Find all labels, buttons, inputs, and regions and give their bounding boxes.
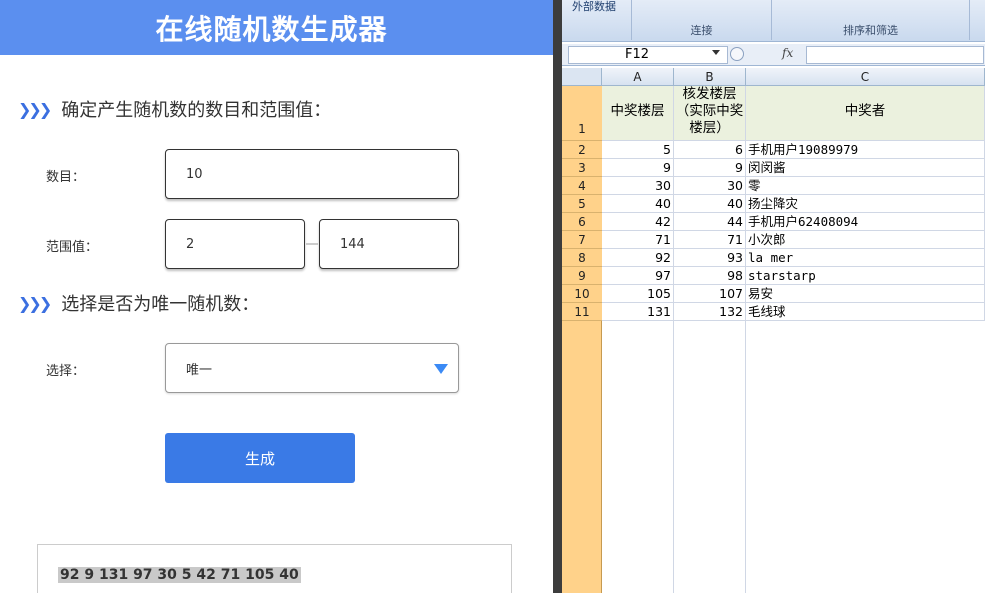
cell-c6[interactable]: 手机用户62408094	[746, 213, 985, 231]
cell-a8[interactable]: 92	[602, 249, 674, 267]
cell-b8[interactable]: 93	[674, 249, 746, 267]
name-box[interactable]: F12	[568, 46, 728, 64]
cell-c1[interactable]: 中奖者	[746, 86, 985, 141]
cell-b3[interactable]: 9	[674, 159, 746, 177]
unique-select[interactable]: 唯一	[165, 343, 459, 393]
range-min-input[interactable]: 2	[165, 219, 305, 269]
dropdown-arrow-icon[interactable]	[434, 364, 448, 374]
cell-a3[interactable]: 9	[602, 159, 674, 177]
cell-a4[interactable]: 30	[602, 177, 674, 195]
row-header-7[interactable]: 7	[562, 231, 602, 249]
cell-a6[interactable]: 42	[602, 213, 674, 231]
cell-b4[interactable]: 30	[674, 177, 746, 195]
range-separator	[306, 243, 318, 245]
cell-c10[interactable]: 易安	[746, 285, 985, 303]
cell-c4[interactable]: 零	[746, 177, 985, 195]
cell-b10[interactable]: 107	[674, 285, 746, 303]
generate-button[interactable]: 生成	[165, 433, 355, 483]
range-max-input[interactable]: 144	[319, 219, 459, 269]
row-header-2[interactable]: 2	[562, 141, 602, 159]
cell-a1[interactable]: 中奖楼层	[602, 86, 674, 141]
range-label: 范围值：	[46, 240, 99, 255]
cell-b6[interactable]: 44	[674, 213, 746, 231]
cell-c2[interactable]: 手机用户19089979	[746, 141, 985, 159]
cell-a2[interactable]: 5	[602, 141, 674, 159]
cell-c8[interactable]: la mer	[746, 249, 985, 267]
count-input[interactable]: 10	[165, 149, 459, 199]
cell-a7[interactable]: 71	[602, 231, 674, 249]
unique-select-value: 唯一	[186, 362, 213, 378]
result-box: 92 9 131 97 30 5 42 71 105 40	[37, 544, 512, 593]
page-title: 在线随机数生成器	[0, 0, 553, 55]
cell-a9[interactable]: 97	[602, 267, 674, 285]
cell-c9[interactable]: starstarp	[746, 267, 985, 285]
cell-a5[interactable]: 40	[602, 195, 674, 213]
count-label: 数目：	[46, 170, 86, 185]
cell-b1[interactable]: 核发楼层（实际中奖楼层）	[674, 86, 746, 141]
cell-b2[interactable]: 6	[674, 141, 746, 159]
connection-group-label: 连接	[690, 24, 713, 37]
row-header-10[interactable]: 10	[562, 285, 602, 303]
row-header-11[interactable]: 11	[562, 303, 602, 321]
choice-label: 选择：	[46, 364, 86, 379]
cell-c7[interactable]: 小次郎	[746, 231, 985, 249]
row-header-3[interactable]: 3	[562, 159, 602, 177]
row-header-4[interactable]: 4	[562, 177, 602, 195]
row-header-6[interactable]: 6	[562, 213, 602, 231]
cell-a10[interactable]: 105	[602, 285, 674, 303]
range-max-value: 144	[340, 236, 365, 252]
section-unique-label: 选择是否为唯一随机数：	[61, 294, 260, 315]
ribbon-group-external: 外部数据	[562, 0, 632, 40]
window-splitter[interactable]	[553, 0, 562, 593]
column-header-c[interactable]: C	[746, 68, 985, 86]
row-header-8[interactable]: 8	[562, 249, 602, 267]
row-header-1[interactable]: 1	[562, 86, 602, 141]
chevrons-icon: ❯❯❯	[18, 293, 52, 313]
ribbon: 外部数据 连接 排序和筛选	[562, 0, 985, 42]
section-count-range: ❯❯❯ 确定产生随机数的数目和范围值：	[18, 96, 331, 122]
cell-a11[interactable]: 131	[602, 303, 674, 321]
section-unique: ❯❯❯ 选择是否为唯一随机数：	[18, 290, 259, 316]
function-icon[interactable]: fx	[782, 46, 793, 60]
cell-b9[interactable]: 98	[674, 267, 746, 285]
expand-icon[interactable]	[730, 47, 744, 61]
cell-c3[interactable]: 闵闵酱	[746, 159, 985, 177]
ribbon-group-connection: 连接	[632, 0, 772, 40]
formula-bar: F12 fx	[562, 44, 985, 66]
ribbon-group-sort-filter: 排序和筛选	[772, 0, 970, 40]
count-input-value: 10	[186, 166, 203, 182]
cell-b7[interactable]: 71	[674, 231, 746, 249]
spreadsheet-grid: A B C 1 中奖楼层 核发楼层（实际中奖楼层） 中奖者 2 5 6 手机用户190…	[562, 68, 985, 593]
excel-window: 外部数据 连接 排序和筛选 F12 fx A B C 1 中奖楼层 核发楼层（实…	[562, 0, 985, 593]
sort-filter-group-label: 排序和筛选	[843, 24, 898, 37]
result-numbers: 92 9 131 97 30 5 42 71 105 40	[58, 567, 301, 583]
name-box-dropdown-icon[interactable]	[712, 50, 720, 55]
cell-b5[interactable]: 40	[674, 195, 746, 213]
cell-c11[interactable]: 毛线球	[746, 303, 985, 321]
row-header-9[interactable]: 9	[562, 267, 602, 285]
column-header-a[interactable]: A	[602, 68, 674, 86]
row-header-5[interactable]: 5	[562, 195, 602, 213]
chevrons-icon: ❯❯❯	[18, 99, 52, 119]
random-generator-page: 在线随机数生成器 ❯❯❯ 确定产生随机数的数目和范围值： 数目： 10 范围值：…	[0, 0, 553, 593]
cell-b11[interactable]: 132	[674, 303, 746, 321]
external-data-button[interactable]: 外部数据	[572, 0, 616, 14]
column-header-b[interactable]: B	[674, 68, 746, 86]
formula-input[interactable]	[806, 46, 984, 64]
select-all-corner[interactable]	[562, 68, 602, 86]
section-count-range-label: 确定产生随机数的数目和范围值：	[61, 100, 332, 121]
range-min-value: 2	[186, 236, 195, 252]
cell-c5[interactable]: 扬尘降灾	[746, 195, 985, 213]
